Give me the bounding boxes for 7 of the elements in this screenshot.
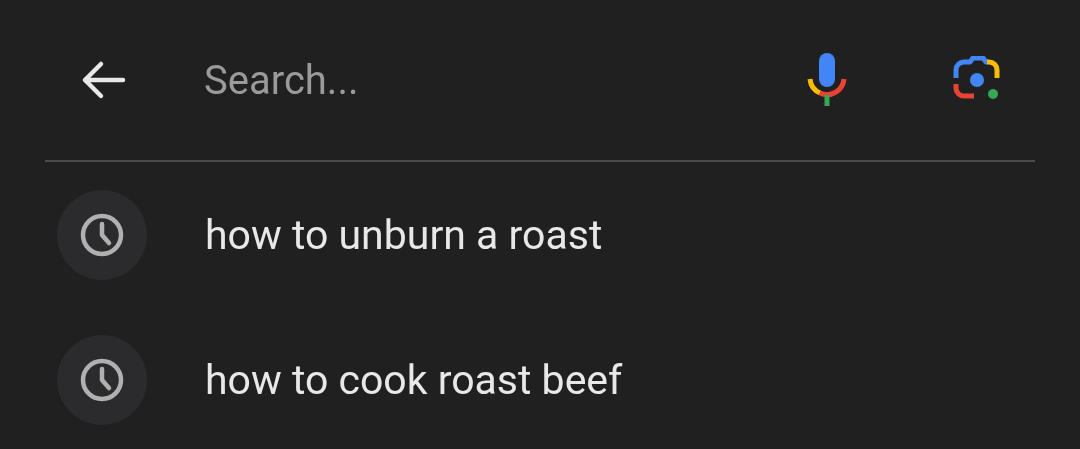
microphone-icon <box>807 53 847 107</box>
search-field[interactable]: Search... <box>204 56 805 104</box>
suggestion-item[interactable]: how to unburn a roast <box>205 210 603 259</box>
voice-search-button[interactable] <box>805 51 849 109</box>
suggestion-item[interactable]: how to cook roast beef <box>205 355 623 404</box>
clock-icon <box>79 211 125 258</box>
clock-icon <box>79 356 125 403</box>
